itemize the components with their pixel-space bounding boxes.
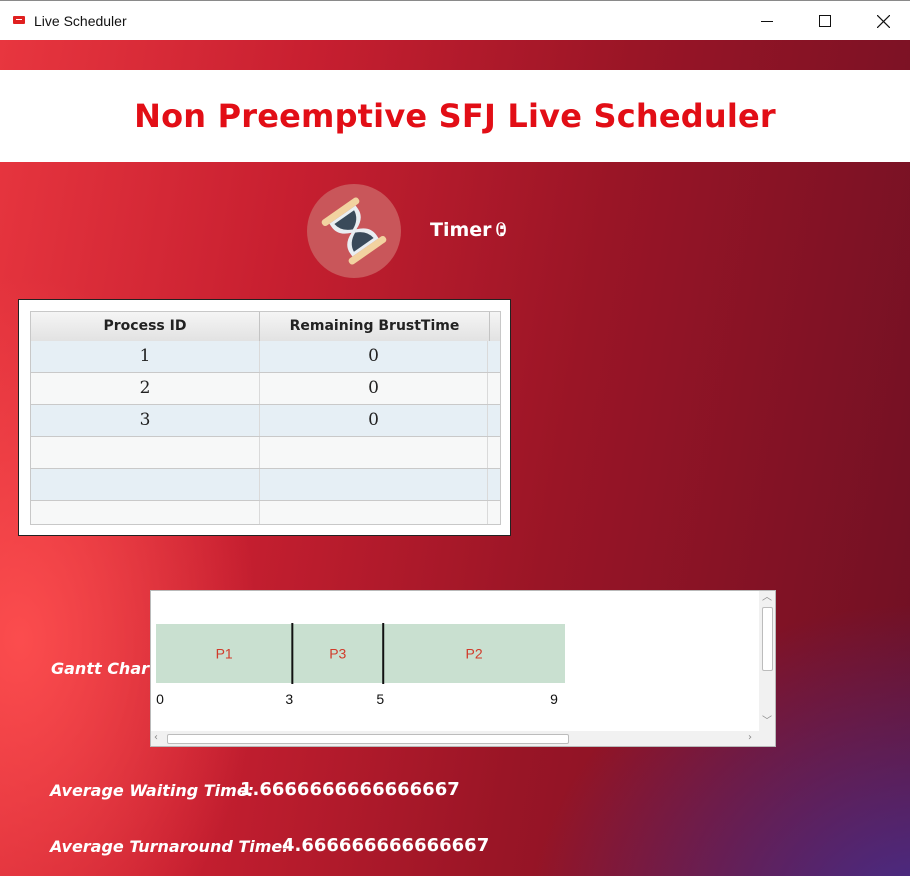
- process-table-frame: Process ID Remaining BrustTime 102030: [18, 299, 511, 536]
- gantt-chart: P1 P3 P2 0 3 5 9: [156, 623, 565, 707]
- minimize-icon: [761, 21, 773, 22]
- hourglass-icon: [307, 184, 401, 278]
- table-row[interactable]: 20: [31, 373, 500, 405]
- gantt-block-label: P3: [329, 646, 346, 662]
- cell-process-id: [31, 501, 260, 524]
- timer-value: 0: [495, 219, 508, 241]
- gantt-tick-label: 9: [550, 691, 558, 707]
- vertical-scrollbar[interactable]: ︿ ﹀: [759, 591, 775, 731]
- window-title: Live Scheduler: [34, 13, 127, 29]
- horizontal-scrollbar[interactable]: ‹ ›: [151, 731, 775, 746]
- avg-waiting-label: Average Waiting Time:: [50, 781, 255, 800]
- cell-process-id: [31, 469, 260, 500]
- column-header-process-id[interactable]: Process ID: [31, 312, 260, 341]
- table-row[interactable]: [31, 469, 500, 501]
- avg-turnaround-value: 4.666666666666667: [282, 835, 490, 856]
- page-title: Non Preemptive SFJ Live Scheduler: [134, 97, 776, 135]
- table-row[interactable]: 30: [31, 405, 500, 437]
- close-button[interactable]: [854, 1, 910, 41]
- gantt-chart-label: Gantt Chart:: [51, 659, 164, 678]
- cell-remaining-burst: 0: [260, 373, 488, 404]
- avg-turnaround-label: Average Turnaround Time:: [50, 837, 289, 856]
- table-row[interactable]: 10: [31, 341, 500, 373]
- scroll-up-icon[interactable]: ︿: [762, 593, 772, 603]
- vertical-scroll-thumb[interactable]: [762, 607, 773, 671]
- gantt-tick-label: 3: [285, 691, 293, 707]
- cell-remaining-burst: [260, 469, 488, 500]
- cell-process-id: 1: [31, 341, 260, 372]
- cell-remaining-burst: 0: [260, 341, 488, 372]
- window-titlebar: Live Scheduler: [0, 0, 910, 40]
- gantt-block-label: P1: [216, 646, 233, 662]
- cell-process-id: 2: [31, 373, 260, 404]
- gantt-block-label: P2: [466, 646, 483, 662]
- minimize-button[interactable]: [738, 1, 796, 41]
- cell-process-id: 3: [31, 405, 260, 436]
- gantt-chart-panel[interactable]: P1 P3 P2 0 3 5 9 ︿ ﹀ ‹ ›: [150, 590, 776, 747]
- scroll-left-icon[interactable]: ‹: [154, 733, 158, 743]
- avg-waiting-value: 1.6666666666666667: [240, 779, 460, 800]
- scroll-right-icon[interactable]: ›: [748, 733, 752, 743]
- table-header: Process ID Remaining BrustTime: [31, 312, 500, 342]
- scroll-down-icon[interactable]: ﹀: [762, 717, 772, 727]
- table-row[interactable]: [31, 501, 500, 524]
- cell-remaining-burst: 0: [260, 405, 488, 436]
- live-app-icon: [13, 16, 25, 24]
- process-table[interactable]: Process ID Remaining BrustTime 102030: [30, 311, 501, 525]
- horizontal-scroll-thumb[interactable]: [167, 734, 569, 744]
- table-row[interactable]: [31, 437, 500, 469]
- gantt-tick-label: 0: [156, 691, 164, 707]
- maximize-icon: [819, 15, 831, 27]
- column-header-remaining-burst[interactable]: Remaining BrustTime: [260, 312, 490, 341]
- cell-remaining-burst: [260, 501, 488, 524]
- gantt-tick-label: 5: [376, 691, 384, 707]
- cell-remaining-burst: [260, 437, 488, 468]
- header-band: Non Preemptive SFJ Live Scheduler: [0, 70, 910, 162]
- maximize-button[interactable]: [796, 1, 854, 41]
- close-icon: [876, 14, 890, 28]
- cell-process-id: [31, 437, 260, 468]
